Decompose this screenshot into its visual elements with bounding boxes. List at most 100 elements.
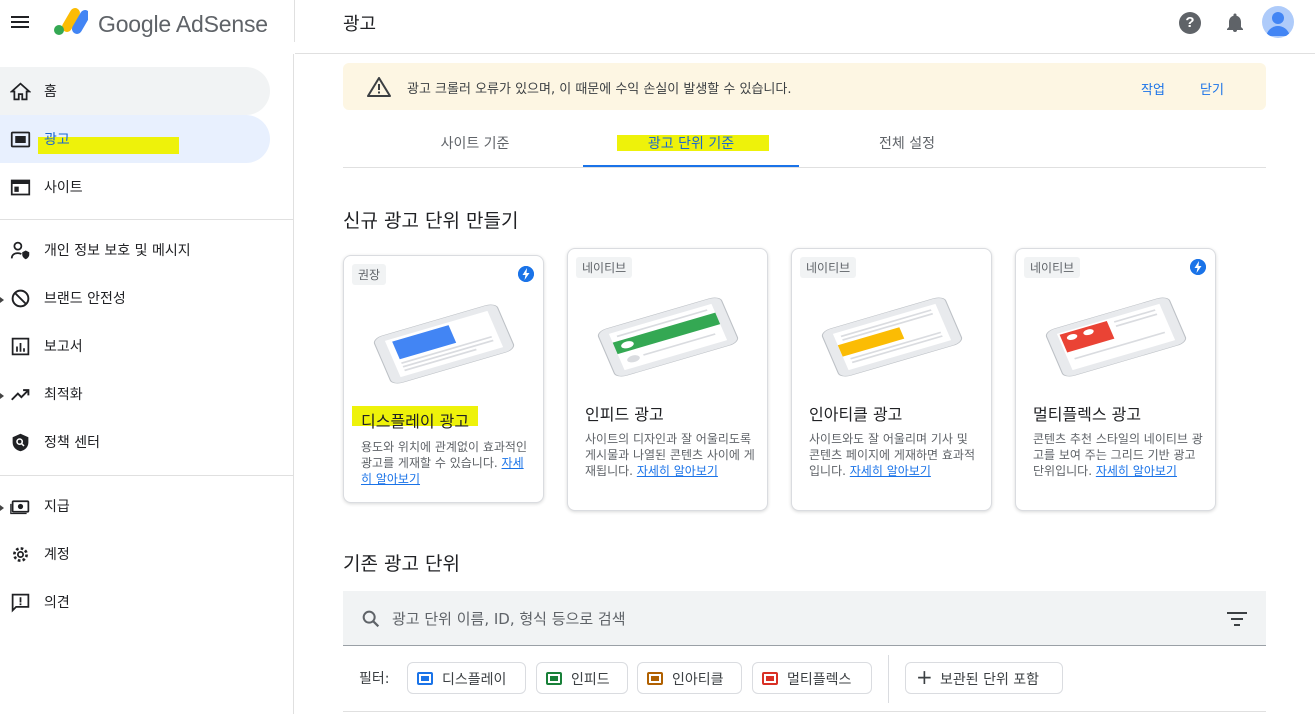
infeed-format-icon xyxy=(546,672,562,685)
warning-banner: 광고 크롤러 오류가 있으며, 이 때문에 수익 손실이 발생할 수 있습니다.… xyxy=(343,63,1266,110)
ads-icon xyxy=(10,131,31,148)
learn-more-link[interactable]: 자세히 알아보기 xyxy=(850,464,931,478)
tab-by-site[interactable]: 사이트 기준 xyxy=(367,127,583,167)
divider xyxy=(0,219,294,220)
sidebar-item-label: 정책 센터 xyxy=(44,435,100,451)
filter-chip-label: 보관된 단위 포함 xyxy=(940,672,1040,688)
plus-icon: + xyxy=(916,665,933,689)
active-tab-indicator xyxy=(583,165,799,167)
sidebar-item-policy-center[interactable]: 정책 센터 xyxy=(0,418,270,466)
filter-chip-multiplex[interactable]: 멀티플렉스 xyxy=(752,662,872,694)
filter-list-icon[interactable] xyxy=(1226,610,1248,628)
inarticle-ad-illustration xyxy=(821,297,963,377)
sidebar-item-home[interactable]: 홈 xyxy=(0,67,270,115)
filter-chip-label: 디스플레이 xyxy=(442,672,507,688)
avatar[interactable] xyxy=(1262,6,1294,38)
card-title: 인피드 광고 xyxy=(585,405,664,424)
filter-chip-label: 인아티클 xyxy=(672,672,724,688)
tabs-divider xyxy=(343,167,1266,168)
payments-icon xyxy=(10,500,30,515)
sidebar-item-label: 지급 xyxy=(44,499,70,515)
infeed-ad-illustration xyxy=(597,297,739,377)
sidebar-item-sites[interactable]: 사이트 xyxy=(0,163,270,211)
trending-icon xyxy=(11,389,30,401)
sidebar-item-payments[interactable]: 지급 xyxy=(0,482,270,530)
sidebar-item-account[interactable]: 계정 xyxy=(0,530,270,578)
policy-icon xyxy=(12,433,29,452)
sidebar-item-brand-safety[interactable]: 브랜드 안전성 xyxy=(0,274,270,322)
divider xyxy=(888,655,889,703)
native-chip: 네이티브 xyxy=(576,257,633,278)
filter-label: 필터: xyxy=(359,671,390,687)
multiplex-ad-illustration xyxy=(1045,297,1187,377)
inarticle-format-icon xyxy=(647,672,663,685)
filter-chip-inarticle[interactable]: 인아티클 xyxy=(637,662,742,694)
multiplex-ad-card[interactable]: 네이티브 멀티플렉스 광고 콘텐츠 추천 스타일의 네이티브 광고를 보여 주는… xyxy=(1015,248,1216,511)
brand-name: Google AdSense xyxy=(98,11,268,37)
display-format-icon xyxy=(417,672,433,685)
filter-chip-label: 멀티플렉스 xyxy=(787,672,852,688)
lightning-icon xyxy=(1190,259,1206,275)
filter-chip-display[interactable]: 디스플레이 xyxy=(407,662,526,694)
sites-icon xyxy=(10,179,31,196)
sidebar-item-label: 계정 xyxy=(44,547,70,563)
tab-global-settings[interactable]: 전체 설정 xyxy=(799,127,1015,167)
sidebar-item-label: 의견 xyxy=(44,595,70,611)
sidebar-item-label: 최적화 xyxy=(44,387,83,403)
learn-more-link[interactable]: 자세히 알아보기 xyxy=(637,464,718,478)
adsense-logo-icon xyxy=(54,8,88,35)
privacy-icon xyxy=(10,241,30,260)
tab-by-ad-unit[interactable]: 광고 단위 기준 xyxy=(583,127,799,167)
native-chip: 네이티브 xyxy=(800,257,857,278)
divider xyxy=(343,711,1266,712)
menu-icon[interactable] xyxy=(10,13,32,33)
lightning-icon xyxy=(518,266,534,282)
settings-icon xyxy=(13,547,28,562)
banner-action-link[interactable]: 작업 xyxy=(1141,79,1165,98)
existing-section-title: 기존 광고 단위 xyxy=(343,553,460,575)
card-title: 멀티플렉스 광고 xyxy=(1033,405,1142,424)
sidebar-item-label: 브랜드 안전성 xyxy=(44,291,126,307)
divider xyxy=(294,0,295,42)
divider xyxy=(0,475,294,476)
create-section-title: 신규 광고 단위 만들기 xyxy=(343,210,519,232)
page-title: 광고 xyxy=(343,14,377,35)
sidebar-item-privacy[interactable]: 개인 정보 보호 및 메시지 xyxy=(0,226,270,274)
reports-icon xyxy=(11,337,30,356)
card-description: 사이트와도 잘 어울리며 기사 및 콘텐츠 페이지에 게재하면 효과적입니다. … xyxy=(809,432,976,478)
card-description: 사이트의 디자인과 잘 어울리도록 게시물과 나열된 콘텐츠 사이에 게재됩니다… xyxy=(585,432,755,478)
sidebar-item-reports[interactable]: 보고서 xyxy=(0,322,270,370)
search-bar[interactable]: 광고 단위 이름, ID, 형식 등으로 검색 xyxy=(343,591,1266,646)
learn-more-link[interactable]: 자세히 알아보기 xyxy=(1096,464,1177,478)
feedback-icon xyxy=(11,593,30,613)
warning-icon xyxy=(367,77,391,97)
sidebar-item-ads[interactable]: 광고 xyxy=(0,115,270,163)
sidebar-item-label: 보고서 xyxy=(44,339,83,355)
display-ad-card[interactable]: 권장 디스플레이 광고 용도와 위치에 관계없이 효과적인 광고를 게재할 수 … xyxy=(343,255,544,503)
infeed-ad-card[interactable]: 네이티브 인피드 광고 사이트의 디자인과 잘 어울리도록 게시물과 나열된 콘… xyxy=(567,248,768,511)
sidebar-item-label: 사이트 xyxy=(44,180,83,196)
sidebar-item-feedback[interactable]: 의견 xyxy=(0,578,270,626)
card-title: 인아티클 광고 xyxy=(809,405,903,424)
divider xyxy=(295,53,1315,54)
banner-dismiss-link[interactable]: 닫기 xyxy=(1200,79,1224,98)
filter-chip-archived[interactable]: + 보관된 단위 포함 xyxy=(905,662,1063,694)
card-description: 콘텐츠 추천 스타일의 네이티브 광고를 보여 주는 그리드 기반 광고 단위입… xyxy=(1033,432,1203,478)
display-ad-illustration xyxy=(373,304,515,384)
filter-chip-label: 인피드 xyxy=(571,672,610,688)
sidebar-item-optimization[interactable]: 최적화 xyxy=(0,370,270,418)
sidebar-item-label: 개인 정보 보호 및 메시지 xyxy=(44,243,191,259)
bell-icon[interactable] xyxy=(1223,11,1247,35)
card-title: 디스플레이 광고 xyxy=(361,412,470,431)
search-icon xyxy=(362,610,380,628)
help-icon[interactable]: ? xyxy=(1179,12,1201,34)
sidebar-item-label: 광고 xyxy=(44,132,70,148)
sidebar: 홈 광고 사이트 개인 정보 보호 및 메시지 브랜드 안전성 보고서 최적화 … xyxy=(0,54,294,714)
top-bar: Google AdSense 광고 ? xyxy=(0,0,1315,50)
sidebar-item-label: 홈 xyxy=(44,84,57,100)
multiplex-format-icon xyxy=(762,672,778,685)
native-chip: 네이티브 xyxy=(1024,257,1081,278)
inarticle-ad-card[interactable]: 네이티브 인아티클 광고 사이트와도 잘 어울리며 기사 및 콘텐츠 페이지에 … xyxy=(791,248,992,511)
search-input[interactable]: 광고 단위 이름, ID, 형식 등으로 검색 xyxy=(392,608,626,629)
filter-chip-infeed[interactable]: 인피드 xyxy=(536,662,628,694)
